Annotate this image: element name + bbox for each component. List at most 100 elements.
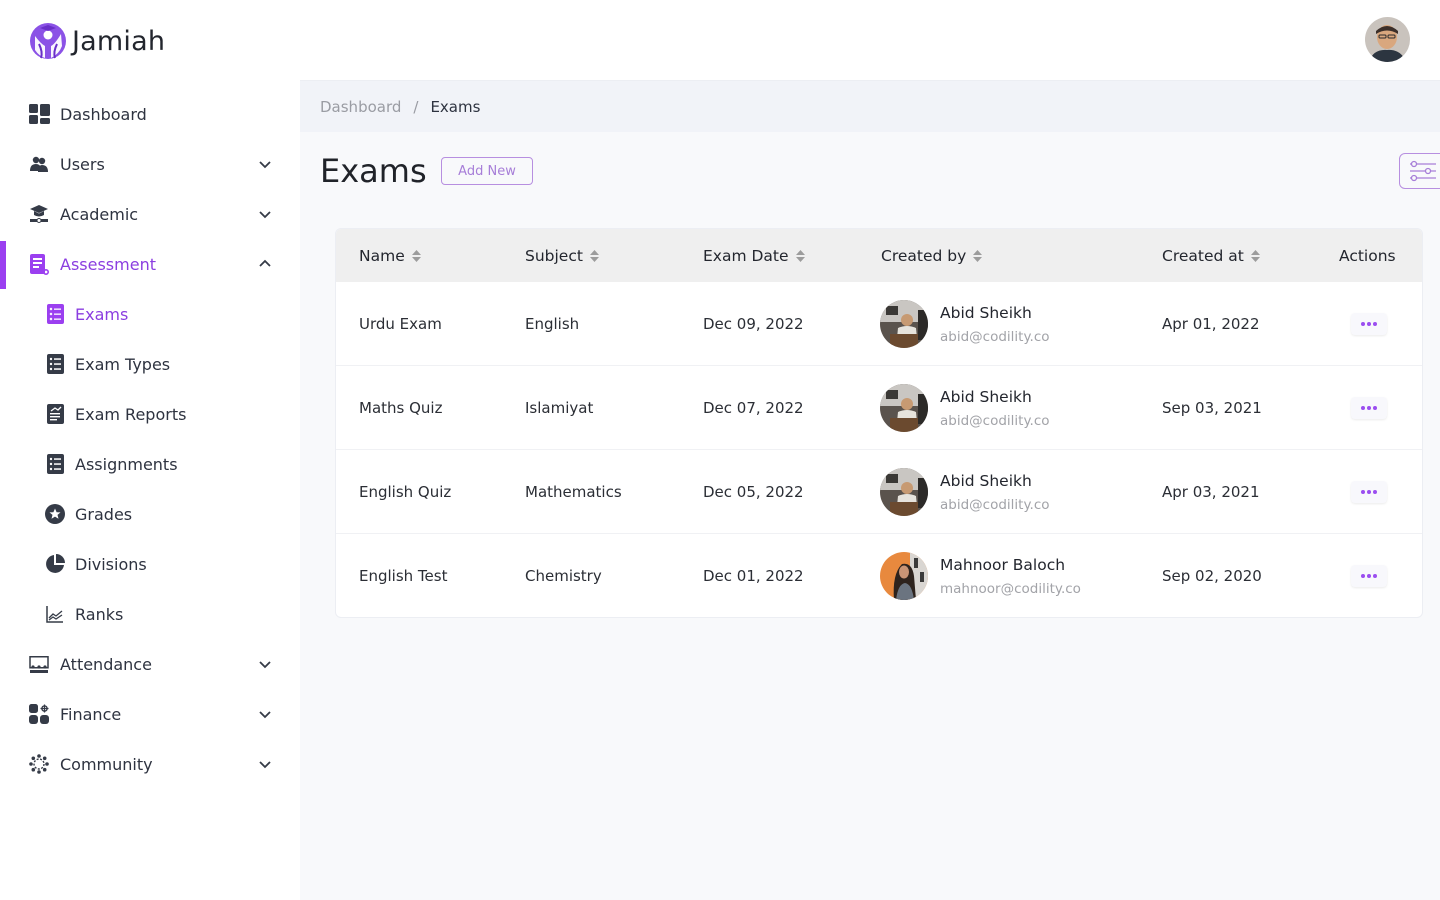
sidebar-item-community[interactable]: Community [0,744,300,784]
column-header-name[interactable]: Name [359,229,422,282]
sort-icon [1250,249,1260,262]
cell-name: English Test [359,567,448,585]
exams-table: Name Subject Exam Date Created by Create… [335,228,1423,618]
list-icon [44,453,66,475]
filter-sliders-icon [1410,160,1436,182]
more-horizontal-icon [1361,574,1377,578]
creator-name: Abid Sheikh [940,471,1032,490]
chevron-down-icon [259,711,271,719]
sidebar-item-label: Grades [75,504,133,524]
cell-name: English Quiz [359,483,452,501]
cell-created-at: Apr 01, 2022 [1162,315,1260,333]
sidebar-item-users[interactable]: Users [0,144,300,184]
cell-subject: Islamiyat [525,399,594,417]
pie-chart-icon [44,553,66,575]
row-actions-button[interactable] [1351,397,1387,419]
cell-created-by: Abid Sheikh abid@codility.co [880,450,1050,534]
sidebar-item-label: Users [60,154,105,174]
filter-button[interactable] [1399,153,1440,189]
sidebar-item-academic[interactable]: Academic [0,194,300,234]
column-header-created-at[interactable]: Created at [1162,229,1261,282]
assessment-icon [28,253,50,275]
star-circle-icon [44,503,66,525]
column-label: Exam Date [703,246,789,265]
row-actions-button[interactable] [1351,481,1387,503]
table-row[interactable]: English Quiz Mathematics Dec 05, 2022 Ab… [336,450,1422,534]
sidebar-item-label: Exam Types [75,354,171,374]
sidebar-item-label: Exam Reports [75,404,187,424]
sidebar-subitem-divisions[interactable]: Divisions [0,544,300,584]
cell-subject: English [525,315,580,333]
jamiah-logo-icon [30,23,66,59]
sidebar-item-assessment[interactable]: Assessment [0,244,300,284]
sidebar-item-attendance[interactable]: Attendance [0,644,300,684]
column-label: Actions [1339,246,1396,265]
sidebar-subitem-ranks[interactable]: Ranks [0,594,300,634]
column-label: Name [359,246,405,265]
cell-exam-date: Dec 07, 2022 [703,399,804,417]
cell-actions [1351,282,1387,366]
row-actions-button[interactable] [1351,565,1387,587]
table-row[interactable]: Maths Quiz Islamiyat Dec 07, 2022 Abid S… [336,366,1422,450]
sort-icon [973,249,983,262]
chevron-down-icon [259,161,271,169]
sidebar-item-finance[interactable]: Finance [0,694,300,734]
more-horizontal-icon [1361,322,1377,326]
app-logo[interactable]: Jamiah [29,22,165,60]
column-header-exam-date[interactable]: Exam Date [703,229,806,282]
cell-subject: Chemistry [525,567,602,585]
cell-created-by: Mahnoor Baloch mahnoor@codility.co [880,534,1081,617]
sidebar-subitem-grades[interactable]: Grades [0,494,300,534]
sidebar-item-dashboard[interactable]: Dashboard [0,94,300,134]
cell-created-at: Sep 03, 2021 [1162,399,1262,417]
creator-name: Abid Sheikh [940,303,1032,322]
graduation-cap-icon [28,203,50,225]
sidebar-subitem-exams[interactable]: Exams [0,294,300,334]
chevron-up-icon [259,259,271,267]
sidebar-item-label: Ranks [75,604,124,624]
table-header: Name Subject Exam Date Created by Create… [336,229,1422,282]
cell-created-at: Apr 03, 2021 [1162,483,1260,501]
table-row[interactable]: Urdu Exam English Dec 09, 2022 Abid Shei… [336,282,1422,366]
sort-icon [411,249,421,262]
creator-email: abid@codility.co [940,412,1050,429]
column-header-subject[interactable]: Subject [525,229,600,282]
cell-created-by: Abid Sheikh abid@codility.co [880,282,1050,366]
sort-icon [589,249,599,262]
creator-name: Abid Sheikh [940,387,1032,406]
page-title: Exams [320,152,427,190]
cell-actions [1351,366,1387,450]
user-avatar[interactable] [1365,17,1410,62]
row-actions-button[interactable] [1351,313,1387,335]
user-avatar-image [1365,17,1410,62]
cell-subject: Mathematics [525,483,622,501]
sort-icon [795,249,805,262]
cell-exam-date: Dec 05, 2022 [703,483,804,501]
breadcrumb-dashboard[interactable]: Dashboard [320,98,401,116]
sidebar-subitem-exam-reports[interactable]: Exam Reports [0,394,300,434]
add-new-button[interactable]: Add New [441,157,533,185]
sidebar-subitem-exam-types[interactable]: Exam Types [0,344,300,384]
cell-exam-date: Dec 01, 2022 [703,567,804,585]
sidebar-item-label: Exams [75,304,129,324]
sidebar-subitem-assignments[interactable]: Assignments [0,444,300,484]
breadcrumb: Dashboard / Exams [300,80,1440,132]
table-row[interactable]: English Test Chemistry Dec 01, 2022 Mahn… [336,534,1422,617]
creator-avatar [880,552,928,600]
chevron-down-icon [259,761,271,769]
creator-avatar [880,468,928,516]
creator-email: abid@codility.co [940,496,1050,513]
cell-name: Maths Quiz [359,399,443,417]
cell-created-at: Sep 02, 2020 [1162,567,1262,585]
sidebar-item-label: Assessment [60,254,156,274]
chevron-down-icon [259,661,271,669]
cell-actions [1351,534,1387,617]
attendance-icon [28,653,50,675]
column-header-created-by[interactable]: Created by [881,229,983,282]
app-name: Jamiah [72,25,166,57]
creator-avatar [880,384,928,432]
cell-created-by: Abid Sheikh abid@codility.co [880,366,1050,450]
creator-email: abid@codility.co [940,328,1050,345]
sidebar-item-label: Finance [60,704,122,724]
cell-exam-date: Dec 09, 2022 [703,315,804,333]
